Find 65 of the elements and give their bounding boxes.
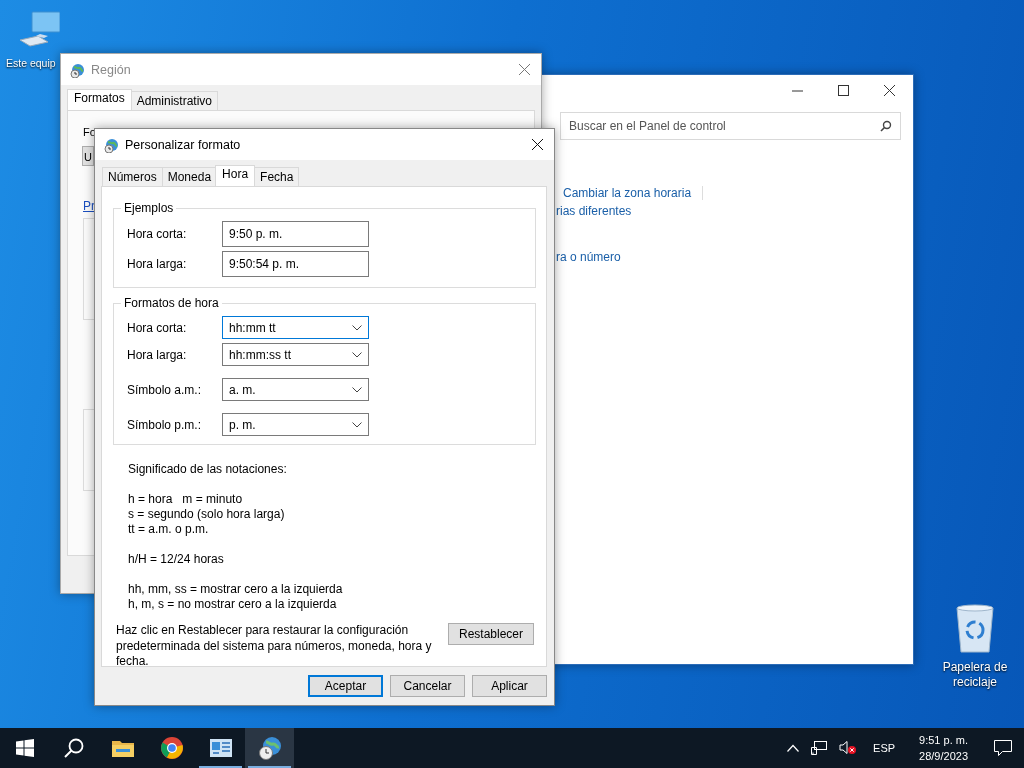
window-title: Región xyxy=(91,62,132,77)
note-text: s = segundo (solo hora larga) xyxy=(128,507,286,522)
note-text: h, m, s = no mostrar cero a la izquierda xyxy=(128,597,338,612)
note-text: Significado de las notaciones: xyxy=(128,462,288,477)
desktop-icon-label[interactable]: Papelera de reciclaje xyxy=(940,660,1010,690)
note-text: h/H = 12/24 horas xyxy=(128,552,225,567)
chevron-down-icon xyxy=(352,386,362,393)
tab[interactable]: Hora xyxy=(215,165,256,186)
link[interactable]: Pr xyxy=(83,199,95,213)
group-title: Formatos de hora xyxy=(123,296,220,310)
reset-button[interactable]: Restablecer xyxy=(448,623,534,645)
reset-text: Haz clic en Restablecer para restaurar la configuración predeterminada del sistema para números, moneda, hora y fecha. xyxy=(116,623,433,670)
link[interactable]: ra o número xyxy=(556,250,621,264)
chevron-down-icon xyxy=(352,421,362,428)
clock-time[interactable]: 9:51 p. m. xyxy=(919,732,968,748)
tab[interactable]: Fecha xyxy=(254,167,300,186)
notification-icon[interactable] xyxy=(994,740,1012,756)
chevron-up-icon[interactable] xyxy=(787,744,800,752)
dropdown[interactable]: U xyxy=(82,146,94,166)
desktop-icon-label[interactable]: Este equip xyxy=(6,56,56,71)
group-title: Ejemplos xyxy=(123,201,175,215)
dropdown[interactable]: p. m. xyxy=(222,413,369,436)
field-label: Hora corta: xyxy=(127,227,188,241)
chevron-down-icon xyxy=(352,324,362,331)
volume-muted-icon[interactable] xyxy=(839,741,858,755)
language-indicator[interactable]: ESP xyxy=(873,742,896,754)
control-panel-icon[interactable] xyxy=(209,739,232,757)
field-label: Hora larga: xyxy=(127,257,188,271)
note-text: hh, mm, ss = mostrar cero a la izquierda xyxy=(128,582,344,597)
close-icon[interactable] xyxy=(884,85,896,97)
dialog-button[interactable]: Aplicar xyxy=(472,675,547,697)
close-icon[interactable] xyxy=(532,138,544,151)
dialog-button[interactable]: Cancelar xyxy=(390,675,465,697)
field-label: Hora larga: xyxy=(127,347,188,362)
search-field[interactable]: Buscar en el Panel de control xyxy=(560,112,901,140)
globe-icon xyxy=(69,61,85,78)
globe-clock-icon[interactable] xyxy=(257,736,282,760)
field-label: Símbolo p.m.: xyxy=(127,417,203,432)
network-icon[interactable] xyxy=(811,741,828,755)
maximize-icon[interactable] xyxy=(838,85,850,97)
browser-icon[interactable] xyxy=(160,737,183,759)
dialog-button[interactable]: Aceptar xyxy=(308,675,383,697)
folder-icon[interactable] xyxy=(111,739,134,757)
note-text: h = hora m = minuto xyxy=(128,492,244,507)
note-text: tt = a.m. o p.m. xyxy=(128,522,210,537)
search-icon xyxy=(880,120,892,132)
tab[interactable]: Números xyxy=(102,167,163,186)
windows-logo-icon[interactable] xyxy=(15,739,34,757)
link[interactable]: Cambiar la zona horaria xyxy=(563,186,704,200)
chevron-down-icon xyxy=(352,351,362,358)
text-field[interactable]: 9:50 p. m. xyxy=(222,221,369,247)
clock-date[interactable]: 28/9/2023 xyxy=(919,748,968,764)
dropdown[interactable]: hh:mm tt xyxy=(222,316,369,339)
text-field[interactable]: 9:50:54 p. m. xyxy=(222,251,369,277)
dropdown[interactable]: a. m. xyxy=(222,378,369,401)
tab[interactable]: Formatos xyxy=(67,89,132,110)
taskbar-button[interactable] xyxy=(245,728,294,768)
search-icon[interactable] xyxy=(63,738,84,758)
globe-icon xyxy=(103,136,119,153)
window-title: Personalizar formato xyxy=(125,137,242,152)
dropdown[interactable]: hh:mm:ss tt xyxy=(222,343,369,366)
tab[interactable]: Administrativo xyxy=(130,91,219,110)
link[interactable]: rias diferentes xyxy=(556,204,632,218)
field-label: Símbolo a.m.: xyxy=(127,382,203,397)
field-label: Hora corta: xyxy=(127,320,188,335)
